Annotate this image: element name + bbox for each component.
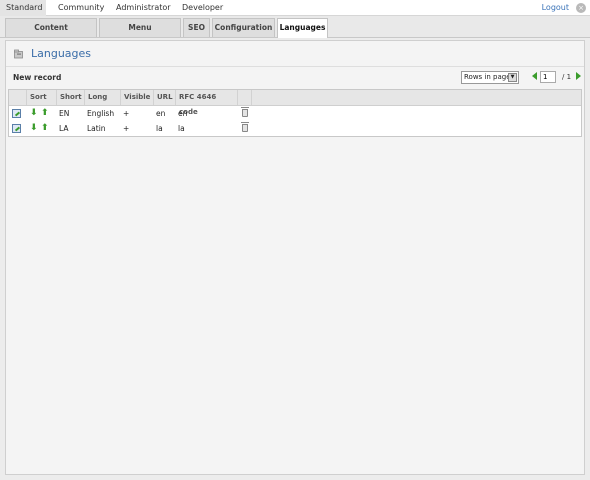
cell-long: Latin [87, 124, 106, 133]
column-header-rfc[interactable]: RFC 4646 code [176, 90, 238, 116]
chevron-down-icon: ▼ [508, 73, 517, 82]
tab-languages[interactable]: Languages [277, 18, 328, 38]
cell-rfc: la [178, 124, 185, 133]
tab-configuration[interactable]: Configuration [212, 18, 275, 37]
page-total: / 1 [562, 73, 572, 81]
trash-icon[interactable] [241, 122, 249, 132]
column-header-actions [238, 90, 252, 105]
edit-icon[interactable] [12, 124, 21, 133]
tab-menu-management[interactable]: Menu management [99, 18, 181, 50]
column-header-short[interactable]: Short [57, 90, 85, 105]
triangle-left-icon[interactable] [532, 72, 537, 80]
top-navigation: Standard Community Administrator Develop… [0, 0, 590, 16]
arrow-up-icon[interactable]: ⬆ [41, 122, 49, 134]
rows-in-page-select[interactable]: Rows in page ▼ [461, 71, 519, 84]
languages-table: Sort Short Long Visible URL RFC 4646 cod… [8, 89, 582, 137]
close-circle-icon[interactable]: × [576, 3, 586, 13]
table-row: ⬇ ⬆ EN English + en en [9, 106, 581, 121]
cell-url: la [156, 124, 163, 133]
page-title: Languages [31, 47, 92, 60]
cell-visible: + [123, 109, 130, 118]
topnav-developer[interactable]: Developer [176, 0, 229, 16]
logout-link[interactable]: Logout [542, 0, 569, 16]
arrow-up-icon[interactable]: ⬆ [41, 107, 49, 119]
rows-in-page-value: Rows in page [464, 73, 511, 81]
topnav-standard[interactable]: Standard [0, 0, 46, 16]
cell-short: LA [59, 124, 69, 133]
cell-short: EN [59, 109, 70, 118]
cell-rfc: en [178, 109, 188, 118]
tab-content-management[interactable]: Content management [5, 18, 97, 50]
arrow-down-icon[interactable]: ⬇ [30, 107, 38, 119]
list-toolbar: New record Rows in page ▼ / 1 [6, 69, 584, 87]
cell-long: English [87, 109, 115, 118]
content-panel: Languages New record Rows in page ▼ / 1 … [5, 40, 585, 475]
folder-icon [14, 49, 23, 59]
module-tabs: Content management Menu management SEO C… [0, 16, 590, 50]
triangle-right-icon[interactable] [576, 72, 581, 80]
page-number-input[interactable] [540, 71, 556, 83]
page-header: Languages [6, 41, 584, 67]
column-header-url[interactable]: URL [154, 90, 176, 105]
topnav-community[interactable]: Community [52, 0, 110, 16]
new-record-button[interactable]: New record [13, 73, 61, 82]
column-header-visible[interactable]: Visible [121, 90, 154, 105]
trash-icon[interactable] [241, 107, 249, 117]
column-header-long[interactable]: Long [85, 90, 121, 105]
edit-icon[interactable] [12, 109, 21, 118]
topnav-administrator[interactable]: Administrator [110, 0, 177, 16]
cell-url: en [156, 109, 166, 118]
table-header: Sort Short Long Visible URL RFC 4646 cod… [9, 90, 581, 116]
arrow-down-icon[interactable]: ⬇ [30, 122, 38, 134]
cell-visible: + [123, 124, 130, 133]
tab-seo[interactable]: SEO [183, 18, 210, 37]
column-header-sort[interactable]: Sort [27, 90, 57, 105]
table-row: ⬇ ⬆ LA Latin + la la [9, 121, 581, 136]
column-header-edit [9, 90, 27, 105]
